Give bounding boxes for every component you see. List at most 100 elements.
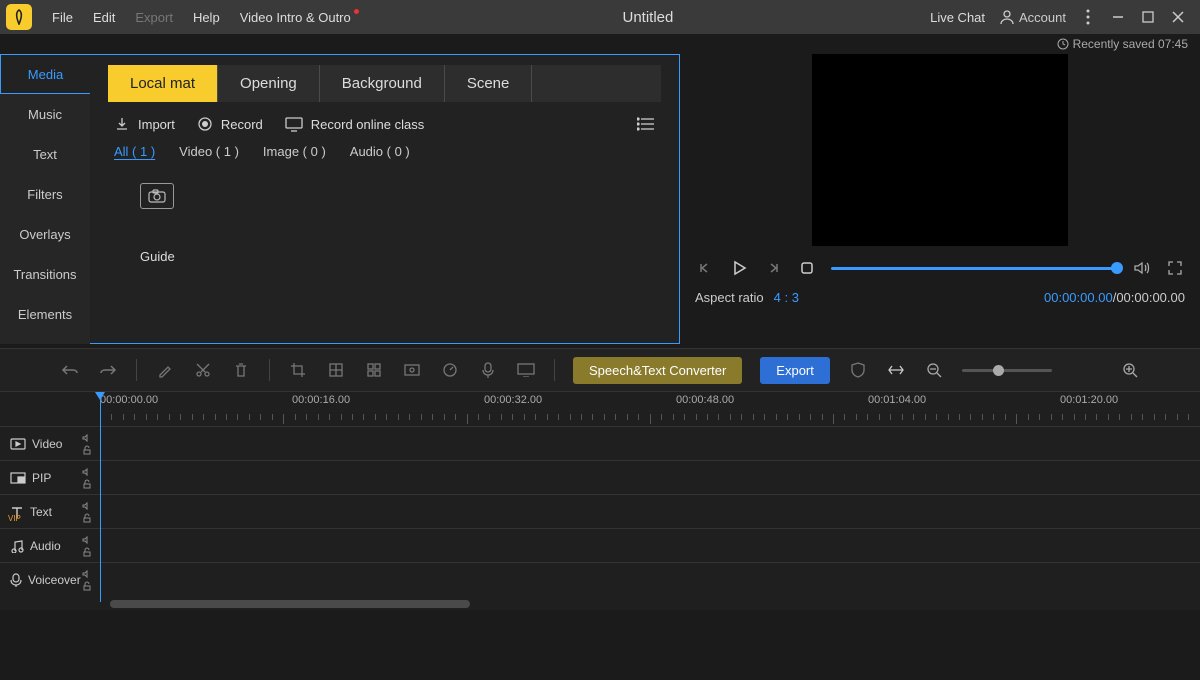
maximize-button[interactable] xyxy=(1140,9,1156,25)
track-label: Audio xyxy=(30,539,61,553)
sound-icon[interactable] xyxy=(82,535,92,545)
track-video[interactable]: Video xyxy=(0,426,1200,460)
import-button[interactable]: Import xyxy=(114,116,175,132)
zoom-slider[interactable] xyxy=(962,369,1052,372)
cat-tab-local[interactable]: Local mat xyxy=(108,65,218,102)
sound-icon[interactable] xyxy=(82,467,92,477)
fullscreen-icon[interactable] xyxy=(1165,258,1185,278)
live-chat-link[interactable]: Live Chat xyxy=(930,10,985,25)
track-pip[interactable]: PIP xyxy=(0,460,1200,494)
export-button[interactable]: Export xyxy=(760,357,830,384)
menu-video-intro-outro[interactable]: Video Intro & Outro xyxy=(230,10,366,25)
side-tab-transitions[interactable]: Transitions xyxy=(0,254,90,294)
play-button[interactable] xyxy=(729,258,749,278)
music-icon xyxy=(10,539,24,553)
record-button[interactable]: Record xyxy=(197,116,263,132)
preview-panel: Aspect ratio 4 : 3 00:00:00.00 / 00:00:0… xyxy=(680,54,1200,344)
side-tab-music[interactable]: Music xyxy=(0,94,90,134)
track-voiceover[interactable]: Voiceover xyxy=(0,562,1200,596)
menu-edit[interactable]: Edit xyxy=(83,10,125,25)
playhead[interactable] xyxy=(100,392,101,602)
timeline: 00:00:00.00 00:00:16.00 00:00:32.00 00:0… xyxy=(0,392,1200,610)
side-tab-text[interactable]: Text xyxy=(0,134,90,174)
next-frame-button[interactable] xyxy=(763,258,783,278)
side-tab-filters[interactable]: Filters xyxy=(0,174,90,214)
media-thumbnail[interactable] xyxy=(140,183,174,209)
menu-export: Export xyxy=(125,10,183,25)
minimize-button[interactable] xyxy=(1110,9,1126,25)
track-label: Voiceover xyxy=(28,573,81,587)
sound-icon[interactable] xyxy=(82,501,92,511)
lock-icon[interactable] xyxy=(82,513,92,523)
speed-icon[interactable] xyxy=(440,360,460,380)
undo-button[interactable] xyxy=(60,360,80,380)
kebab-icon[interactable] xyxy=(1080,9,1096,25)
filter-image[interactable]: Image ( 0 ) xyxy=(263,144,326,159)
cat-tab-scene[interactable]: Scene xyxy=(445,65,533,102)
ruler-mark: 00:00:00.00 xyxy=(100,394,158,406)
redo-button[interactable] xyxy=(98,360,118,380)
record-online-button[interactable]: Record online class xyxy=(285,116,424,132)
list-view-icon[interactable] xyxy=(637,117,655,131)
track-text[interactable]: VIPText xyxy=(0,494,1200,528)
menu-help[interactable]: Help xyxy=(183,10,230,25)
app-logo xyxy=(6,4,32,30)
time-total: 00:00:00.00 xyxy=(1116,290,1185,305)
grid-icon[interactable] xyxy=(364,360,384,380)
user-icon xyxy=(999,9,1015,25)
zoom-in-icon[interactable] xyxy=(1120,360,1140,380)
filter-all[interactable]: All ( 1 ) xyxy=(114,144,155,159)
lock-icon[interactable] xyxy=(82,547,92,557)
cat-tab-opening[interactable]: Opening xyxy=(218,65,320,102)
sound-icon[interactable] xyxy=(82,569,92,579)
mic-icon[interactable] xyxy=(478,360,498,380)
account-button[interactable]: Account xyxy=(999,9,1066,25)
crop-icon[interactable] xyxy=(288,360,308,380)
video-icon xyxy=(10,438,26,450)
menu-file[interactable]: File xyxy=(42,10,83,25)
ruler-mark: 00:01:04.00 xyxy=(868,394,926,406)
cat-tab-background[interactable]: Background xyxy=(320,65,445,102)
tracks: Video PIP VIPText Audio Voiceover xyxy=(0,426,1200,596)
ruler-mark: 00:01:20.00 xyxy=(1060,394,1118,406)
lock-icon[interactable] xyxy=(82,479,92,489)
preview-progress[interactable] xyxy=(831,267,1117,270)
filter-video[interactable]: Video ( 1 ) xyxy=(179,144,239,159)
frame-icon[interactable] xyxy=(402,360,422,380)
screen-icon[interactable] xyxy=(516,360,536,380)
vip-badge: VIP xyxy=(8,514,21,523)
document-title: Untitled xyxy=(366,9,930,26)
side-tab-elements[interactable]: Elements xyxy=(0,294,90,334)
ruler-mark: 00:00:32.00 xyxy=(484,394,542,406)
filter-audio[interactable]: Audio ( 0 ) xyxy=(350,144,410,159)
close-button[interactable] xyxy=(1170,9,1186,25)
cut-icon[interactable] xyxy=(193,360,213,380)
track-audio[interactable]: Audio xyxy=(0,528,1200,562)
speech-text-converter-button[interactable]: Speech&Text Converter xyxy=(573,357,742,384)
side-tab-overlays[interactable]: Overlays xyxy=(0,214,90,254)
record-online-label: Record online class xyxy=(311,117,424,132)
side-tab-media[interactable]: Media xyxy=(0,54,90,94)
time-current: 00:00:00.00 xyxy=(1044,290,1113,305)
shield-icon[interactable] xyxy=(848,360,868,380)
guide-label: Guide xyxy=(140,249,629,264)
delete-icon[interactable] xyxy=(231,360,251,380)
preview-video[interactable] xyxy=(812,54,1068,246)
timeline-scrollbar[interactable] xyxy=(110,600,1200,610)
zoom-out-icon[interactable] xyxy=(924,360,944,380)
title-bar: File Edit Export Help Video Intro & Outr… xyxy=(0,0,1200,34)
lock-icon[interactable] xyxy=(82,445,92,455)
edit-icon[interactable] xyxy=(155,360,175,380)
stop-button[interactable] xyxy=(797,258,817,278)
volume-icon[interactable] xyxy=(1131,258,1151,278)
lock-icon[interactable] xyxy=(82,581,92,591)
prev-frame-button[interactable] xyxy=(695,258,715,278)
record-label: Record xyxy=(221,117,263,132)
aspect-ratio-value[interactable]: 4 : 3 xyxy=(774,290,799,305)
sound-icon[interactable] xyxy=(82,433,92,443)
voiceover-icon xyxy=(10,573,22,587)
timeline-toolbar: Speech&Text Converter Export xyxy=(0,348,1200,392)
fit-icon[interactable] xyxy=(886,360,906,380)
mosaic-icon[interactable] xyxy=(326,360,346,380)
timeline-ruler[interactable]: 00:00:00.00 00:00:16.00 00:00:32.00 00:0… xyxy=(100,392,1200,426)
